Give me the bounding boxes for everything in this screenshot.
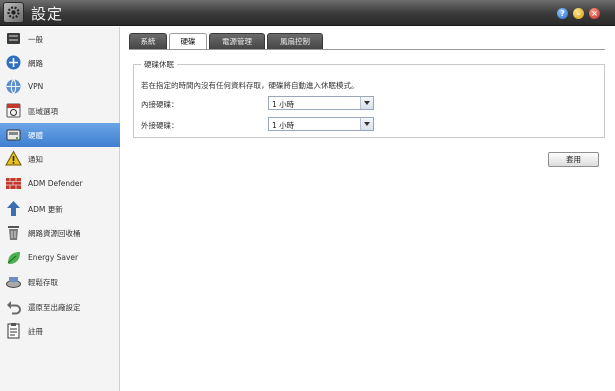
sidebar-item-label: Energy Saver xyxy=(28,253,79,262)
sidebar-item-adm-update[interactable]: ADM 更新 xyxy=(0,197,120,221)
tab-divider xyxy=(129,49,605,50)
sidebar-item-label: 一般 xyxy=(28,35,43,44)
sidebar-item-label: ADM Defender xyxy=(28,179,83,188)
sidebar-item-label: 硬體 xyxy=(28,131,43,140)
sidebar-item-label: 輕鬆存取 xyxy=(28,278,58,287)
sidebar-item-label: 區域選項 xyxy=(28,107,58,116)
sidebar-item-label: 通知 xyxy=(28,155,43,164)
hardware-icon xyxy=(6,129,21,141)
sidebar-item-label: 註冊 xyxy=(28,327,43,336)
external-disk-label: 外接硬碟： xyxy=(141,121,179,130)
sidebar-item-regional-options[interactable]: 區域選項 xyxy=(0,99,120,123)
vpn-icon xyxy=(6,79,21,94)
factory-reset-icon xyxy=(7,301,21,315)
sidebar-item-label: 網路 xyxy=(28,59,43,68)
easy-access-icon xyxy=(6,277,21,288)
registration-icon xyxy=(7,323,20,339)
sidebar-item-notification[interactable]: 通知 xyxy=(0,147,120,171)
adm-defender-icon xyxy=(6,178,21,189)
sidebar-item-adm-defender[interactable]: ADM Defender xyxy=(0,172,120,196)
tab-system[interactable]: 系統 xyxy=(129,33,167,49)
tab-power-management[interactable]: 電源管理 xyxy=(209,33,265,49)
sidebar-item-hardware[interactable]: 硬體 xyxy=(0,123,120,147)
settings-app-icon xyxy=(3,2,24,23)
sidebar-item-factory-reset[interactable]: 還原至出廠設定 xyxy=(0,295,120,319)
sidebar: 一般 網路 VPN 區域選項 硬體 通知 ADM Defender ADM 更新… xyxy=(0,27,120,391)
recycle-bin-icon xyxy=(8,226,19,240)
external-disk-select[interactable]: 1 小時 xyxy=(268,117,374,131)
energy-saver-icon xyxy=(7,252,20,264)
hibernation-description: 若在指定的時間內沒有任何資料存取，硬碟將自動進入休眠模式。 xyxy=(141,81,359,90)
external-disk-value: 1 小時 xyxy=(272,121,295,130)
chevron-down-icon[interactable] xyxy=(360,118,373,130)
regional-options-icon xyxy=(6,103,21,118)
network-icon xyxy=(6,55,21,70)
sidebar-item-recycle-bin[interactable]: 網路資源回收桶 xyxy=(0,221,120,245)
internal-disk-value: 1 小時 xyxy=(272,100,295,109)
internal-disk-select[interactable]: 1 小時 xyxy=(268,96,374,110)
general-icon xyxy=(7,33,20,44)
window-title: 設定 xyxy=(31,5,64,23)
sidebar-item-easy-access[interactable]: 輕鬆存取 xyxy=(0,270,120,294)
close-icon[interactable]: × xyxy=(589,8,600,19)
group-legend: 硬碟休眠 xyxy=(141,59,177,70)
minimize-icon[interactable]: – xyxy=(573,8,584,19)
sidebar-item-label: ADM 更新 xyxy=(28,205,63,214)
sidebar-item-label: 還原至出廠設定 xyxy=(28,303,81,312)
sidebar-item-label: VPN xyxy=(28,82,44,91)
sidebar-item-registration[interactable]: 註冊 xyxy=(0,319,120,343)
title-bar: 設定 ? – × xyxy=(0,0,615,26)
sidebar-item-vpn[interactable]: VPN xyxy=(0,75,120,99)
sidebar-item-network[interactable]: 網路 xyxy=(0,51,120,75)
sidebar-item-label: 網路資源回收桶 xyxy=(28,229,81,238)
chevron-down-icon[interactable] xyxy=(360,97,373,109)
sidebar-item-energy-saver[interactable]: Energy Saver xyxy=(0,246,120,270)
adm-update-icon xyxy=(7,201,20,216)
internal-disk-label: 內接硬碟： xyxy=(141,100,179,109)
tab-disk[interactable]: 硬碟 xyxy=(169,33,207,50)
apply-button[interactable]: 套用 xyxy=(548,152,599,167)
notification-icon xyxy=(5,150,22,166)
help-icon[interactable]: ? xyxy=(557,8,568,19)
sidebar-item-general[interactable]: 一般 xyxy=(0,27,120,51)
tab-fan-control[interactable]: 風扇控制 xyxy=(267,33,323,49)
